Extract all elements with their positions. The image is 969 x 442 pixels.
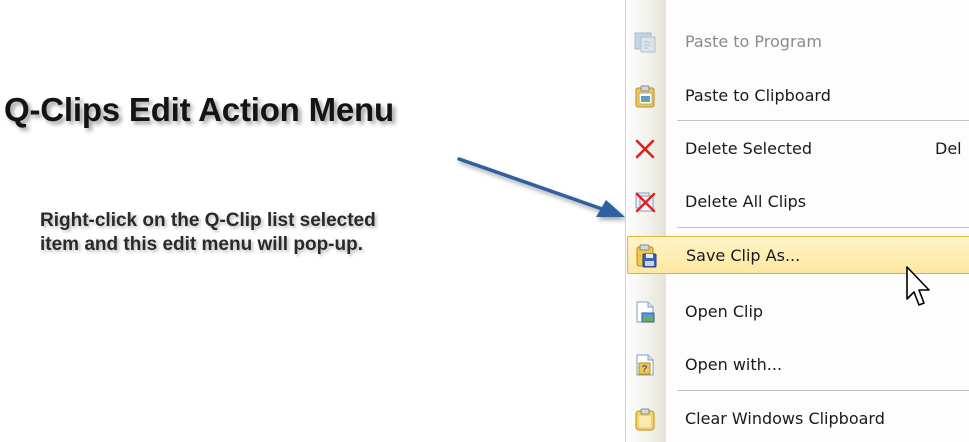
menu-item-paste-to-clipboard[interactable]: Paste to Clipboard [625, 76, 969, 116]
menu-separator [677, 390, 969, 391]
menu-item-label: Open with... [685, 355, 783, 374]
edit-context-menu: Paste to Program Paste to Clipboard Dele… [625, 0, 969, 442]
menu-separator [677, 120, 969, 121]
paste-to-program-icon [634, 32, 656, 53]
page-title: Q-Clips Edit Action Menu [4, 91, 394, 128]
shortcut-label: Del [935, 139, 962, 158]
open-document-icon [636, 301, 655, 323]
mouse-cursor-icon [906, 266, 930, 306]
menu-item-label: Paste to Program [685, 32, 822, 51]
menu-item-delete-selected[interactable]: Delete Selected Del [625, 129, 969, 169]
menu-item-label: Clear Windows Clipboard [685, 409, 885, 428]
menu-item-label: Paste to Clipboard [685, 86, 831, 105]
menu-item-label: Save Clip As... [686, 246, 801, 265]
caption-line-1: Right-click on the Q-Clip list selected [40, 210, 376, 231]
menu-item-clear-windows-clipboard[interactable]: Clear Windows Clipboard [625, 399, 969, 439]
menu-item-paste-to-program[interactable]: Paste to Program [625, 22, 969, 62]
menu-item-label: Delete All Clips [685, 192, 807, 211]
menu-separator [677, 227, 969, 228]
caption-line-2: item and this edit menu will pop-up. [40, 234, 363, 255]
delete-all-icon [635, 192, 656, 213]
red-x-icon [635, 139, 655, 159]
menu-item-label: Delete Selected [685, 139, 813, 158]
save-disk-icon [636, 244, 657, 268]
clipboard-icon [635, 85, 655, 108]
instruction-caption: Right-click on the Q-Clip list selected … [40, 209, 376, 257]
svg-text:?: ? [641, 364, 647, 375]
menu-item-label: Open Clip [685, 302, 764, 321]
question-document-icon: ? [636, 354, 654, 376]
empty-clipboard-icon [635, 408, 655, 431]
menu-item-open-with[interactable]: ? Open with... [625, 345, 969, 385]
menu-item-delete-all-clips[interactable]: Delete All Clips [625, 182, 969, 222]
